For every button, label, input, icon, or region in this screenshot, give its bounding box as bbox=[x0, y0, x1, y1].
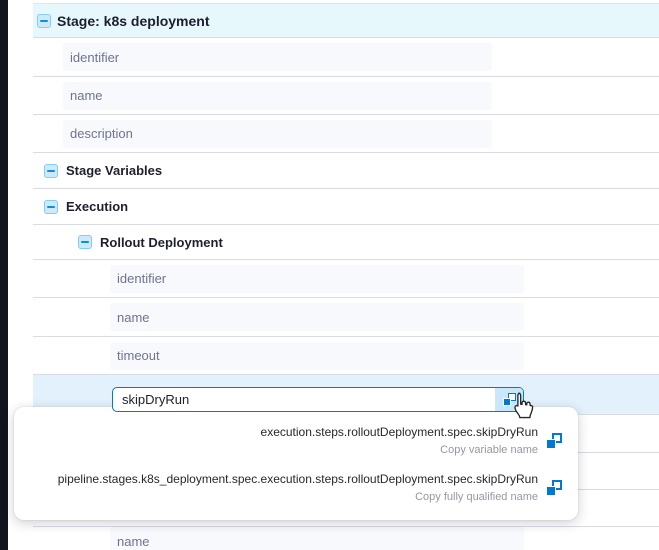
tree-row-stage-description: description bbox=[33, 115, 659, 153]
copy-button[interactable] bbox=[495, 388, 523, 411]
copy-fqn-caption: Copy fully qualified name bbox=[58, 491, 538, 504]
bottom-name-field[interactable]: name bbox=[110, 527, 524, 550]
copy-fqn-item[interactable]: pipeline.stages.k8s_deployment.spec.exec… bbox=[28, 466, 562, 510]
collapse-icon[interactable] bbox=[78, 235, 92, 249]
step-name-field[interactable]: name bbox=[110, 303, 524, 331]
tree-row-rollout-deployment[interactable]: Rollout Deployment bbox=[33, 225, 659, 260]
step-timeout-label: timeout bbox=[117, 348, 160, 363]
copy-variable-name-text: execution.steps.rolloutDeployment.spec.s… bbox=[261, 425, 538, 457]
execution-label: Execution bbox=[66, 199, 128, 214]
stage-identifier-label: identifier bbox=[70, 50, 119, 65]
stage-description-field[interactable]: description bbox=[63, 120, 492, 148]
variable-name-input-wrapper bbox=[112, 387, 524, 412]
stage-title: Stage: k8s deployment bbox=[57, 13, 210, 29]
variable-name-input[interactable] bbox=[113, 388, 495, 411]
tree-row-step-name: name bbox=[33, 298, 659, 337]
stage-description-label: description bbox=[70, 126, 133, 141]
step-identifier-field[interactable]: identifier bbox=[110, 265, 524, 293]
stage-variables-label: Stage Variables bbox=[66, 163, 162, 178]
step-timeout-field[interactable]: timeout bbox=[110, 342, 524, 370]
copy-icon[interactable] bbox=[546, 433, 562, 449]
stage-identifier-field[interactable]: identifier bbox=[63, 43, 492, 71]
copy-variable-name-caption: Copy variable name bbox=[261, 444, 538, 457]
collapse-icon[interactable] bbox=[37, 14, 51, 28]
tree-row-bottom-name: name bbox=[33, 527, 659, 550]
fqn-value: pipeline.stages.k8s_deployment.spec.exec… bbox=[58, 472, 538, 487]
tree-row-execution[interactable]: Execution bbox=[33, 189, 659, 225]
collapse-icon[interactable] bbox=[44, 164, 58, 178]
copy-variable-name-item[interactable]: execution.steps.rolloutDeployment.spec.s… bbox=[28, 419, 562, 463]
tree-row-step-timeout: timeout bbox=[33, 337, 659, 375]
tree-row-stage-variables[interactable]: Stage Variables bbox=[33, 153, 659, 189]
stage-name-label: name bbox=[70, 88, 103, 103]
collapse-icon[interactable] bbox=[44, 200, 58, 214]
left-rail bbox=[0, 0, 8, 550]
copy-icon[interactable] bbox=[546, 480, 562, 496]
copy-icon bbox=[503, 393, 516, 406]
tree-row-stage-name: name bbox=[33, 77, 659, 115]
copy-fqn-text: pipeline.stages.k8s_deployment.spec.exec… bbox=[58, 472, 538, 504]
tree-row-stage-header[interactable]: Stage: k8s deployment bbox=[33, 3, 659, 38]
copy-variable-popover: execution.steps.rolloutDeployment.spec.s… bbox=[14, 407, 578, 520]
tree-row-stage-identifier: identifier bbox=[33, 38, 659, 77]
variable-name-value: execution.steps.rolloutDeployment.spec.s… bbox=[261, 425, 538, 440]
bottom-name-label: name bbox=[117, 534, 150, 549]
tree-row-step-identifier: identifier bbox=[33, 260, 659, 298]
step-identifier-label: identifier bbox=[117, 271, 166, 286]
stage-name-field[interactable]: name bbox=[63, 82, 492, 110]
step-name-label: name bbox=[117, 310, 150, 325]
rollout-deployment-label: Rollout Deployment bbox=[100, 235, 223, 250]
